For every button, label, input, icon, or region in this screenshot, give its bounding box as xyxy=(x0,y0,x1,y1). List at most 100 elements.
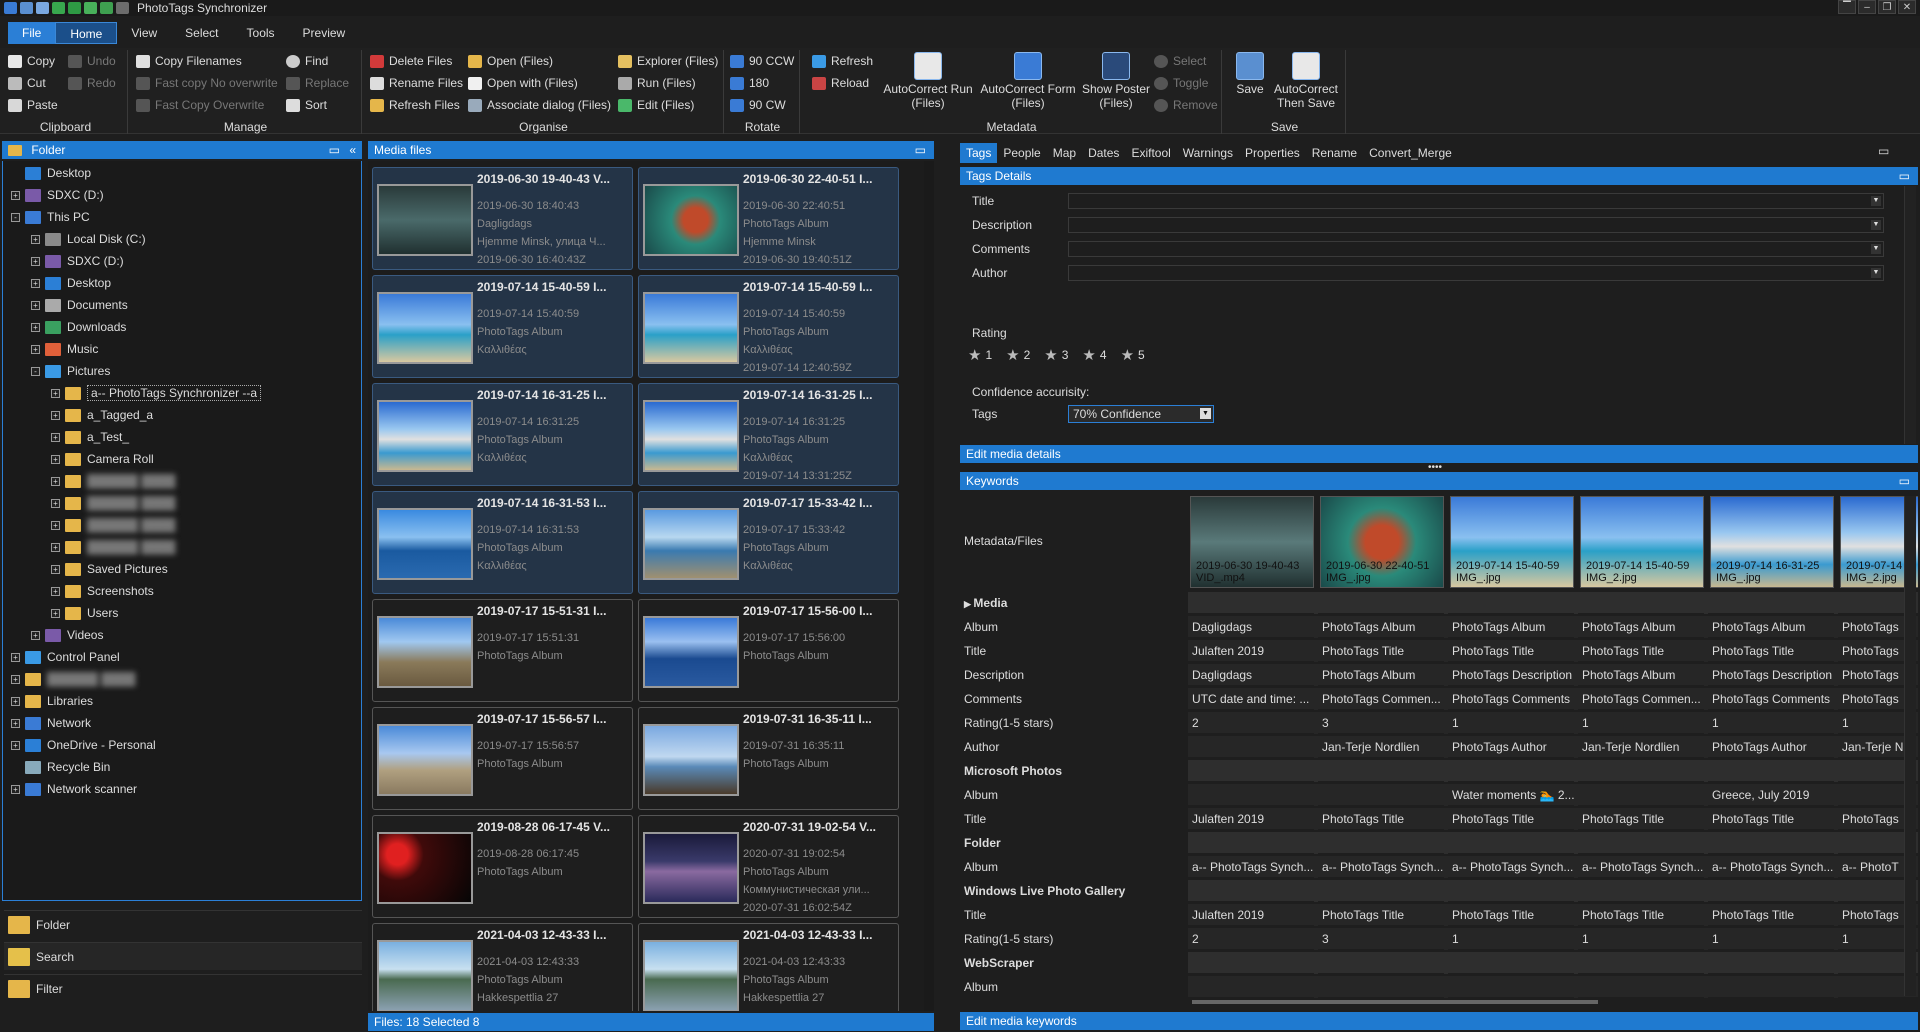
menu-view[interactable]: View xyxy=(117,22,171,44)
keyword-cell[interactable]: a-- PhotoTags Synch... xyxy=(1578,856,1704,878)
rotate-ccw-button[interactable]: 90 CCW xyxy=(730,54,794,68)
keyword-cell[interactable]: PhotoTags Album xyxy=(1318,664,1444,686)
keyword-cell[interactable]: PhotoTags Title xyxy=(1708,640,1834,662)
panel-maximize-icon[interactable]: ▭ xyxy=(1899,167,1910,185)
keyword-cell[interactable]: PhotoTags Author xyxy=(1448,736,1574,758)
keyword-cell[interactable] xyxy=(1318,784,1444,806)
expand-icon[interactable]: + xyxy=(31,344,40,354)
keyword-cell[interactable] xyxy=(1708,880,1834,902)
tab-people[interactable]: People xyxy=(997,143,1046,163)
associate-dialog-button[interactable]: Associate dialog (Files) xyxy=(468,98,611,112)
expand-icon[interactable]: + xyxy=(51,432,60,442)
collapse-icon[interactable]: - xyxy=(11,212,20,222)
autocorrect-then-save-button[interactable]: AutoCorrect Then Save xyxy=(1270,52,1342,110)
monitor-icon[interactable] xyxy=(36,2,49,14)
tree-node[interactable]: - This PC xyxy=(11,207,90,227)
title-field[interactable]: ▼ xyxy=(1068,193,1884,209)
keyword-cell[interactable] xyxy=(1578,832,1704,854)
expand-icon[interactable]: + xyxy=(51,586,60,596)
expand-icon[interactable]: + xyxy=(31,234,40,244)
tree-node[interactable]: + ██████ ████ xyxy=(51,493,175,513)
panel-maximize-icon[interactable]: ▭ xyxy=(329,141,340,159)
open-files-button[interactable]: Open (Files) xyxy=(468,54,553,68)
keyword-cell[interactable]: PhotoTags Title xyxy=(1578,640,1704,662)
expand-icon[interactable]: + xyxy=(51,564,60,574)
keyword-cell[interactable] xyxy=(1188,784,1314,806)
tree-node[interactable]: + ██████ ████ xyxy=(51,515,175,535)
media-scrollbar[interactable] xyxy=(924,161,934,1011)
keyword-cell[interactable]: PhotoTags Comments xyxy=(1448,688,1574,710)
cut-button[interactable]: Cut xyxy=(8,76,46,90)
expand-icon[interactable]: + xyxy=(51,410,60,420)
media-card[interactable]: 2019-06-30 22-40-51 I... 2019-06-30 22:40… xyxy=(638,167,899,270)
keyword-cell[interactable]: PhotoTags Author xyxy=(1708,736,1834,758)
expand-icon[interactable]: + xyxy=(31,630,40,640)
keyword-cell[interactable]: a-- PhotoTags Synch... xyxy=(1708,856,1834,878)
edit-media-details-bar[interactable]: Edit media details xyxy=(960,445,1918,463)
comments-field[interactable]: ▼ xyxy=(1068,241,1884,257)
save-icon[interactable] xyxy=(20,2,33,14)
keyword-cell[interactable]: PhotoTags Commen... xyxy=(1578,688,1704,710)
close-icon[interactable]: ✕ xyxy=(1898,0,1916,14)
keyword-cell[interactable]: a-- PhotoTags Synch... xyxy=(1188,856,1314,878)
keyword-cell[interactable]: 1 xyxy=(1708,712,1834,734)
keyword-cell[interactable] xyxy=(1578,760,1704,782)
menu-file[interactable]: File xyxy=(8,22,56,44)
keyword-cell[interactable]: PhotoTags Description xyxy=(1708,664,1834,686)
keyword-cell[interactable]: PhotoTags Title xyxy=(1318,904,1444,926)
keyword-cell[interactable]: PhotoTags Title xyxy=(1578,808,1704,830)
keyword-cell[interactable]: PhotoTags Album xyxy=(1708,616,1834,638)
keyword-cell[interactable]: PhotoTags Album xyxy=(1448,616,1574,638)
explorer-files-button[interactable]: Explorer (Files) xyxy=(618,54,718,68)
edit-media-keywords-bar[interactable]: Edit media keywords xyxy=(960,1012,1918,1030)
menu-select[interactable]: Select xyxy=(171,22,232,44)
remove-button[interactable]: Remove xyxy=(1154,98,1218,112)
keyword-cell[interactable] xyxy=(1448,760,1574,782)
menu-tools[interactable]: Tools xyxy=(233,22,289,44)
dropdown-icon[interactable]: ▼ xyxy=(1871,196,1881,206)
tab-warnings[interactable]: Warnings xyxy=(1177,143,1239,163)
square-icon[interactable] xyxy=(116,2,129,14)
keyword-cell[interactable] xyxy=(1578,976,1704,998)
keyword-cell[interactable]: Jan-Terje Nordlien xyxy=(1578,736,1704,758)
open-with-button[interactable]: Open with (Files) xyxy=(468,76,578,90)
expand-icon[interactable]: + xyxy=(51,476,60,486)
keyword-cell[interactable] xyxy=(1578,952,1704,974)
expand-icon[interactable]: + xyxy=(31,278,40,288)
tree-node[interactable]: + a_Test_ xyxy=(51,427,129,447)
confidence-select[interactable]: 70% Confidence ▼ xyxy=(1068,405,1214,423)
tab-map[interactable]: Map xyxy=(1047,143,1082,163)
expand-arrow-icon[interactable]: ▶ xyxy=(964,599,973,609)
keyword-cell[interactable] xyxy=(1708,592,1834,614)
copy-filenames-button[interactable]: Copy Filenames xyxy=(136,54,242,68)
select-button[interactable]: Select xyxy=(1154,54,1206,68)
media-card[interactable]: 2019-07-14 16-31-25 I... 2019-07-14 16:31… xyxy=(372,383,633,486)
panel-maximize-icon[interactable]: ▭ xyxy=(915,141,926,159)
tree-node[interactable]: Desktop xyxy=(11,163,91,183)
keyword-cell[interactable]: PhotoTags Title xyxy=(1318,808,1444,830)
keyword-cell[interactable]: Greece, July 2019 xyxy=(1708,784,1834,806)
tree-node[interactable]: + Downloads xyxy=(31,317,126,337)
refresh-button[interactable]: Refresh xyxy=(812,54,873,68)
keyword-group-media[interactable]: ▶ Media xyxy=(964,596,1007,610)
keyword-cell[interactable] xyxy=(1578,592,1704,614)
fast-copy-overwrite-button[interactable]: Fast Copy Overwrite xyxy=(136,98,264,112)
keyword-cell[interactable]: 1 xyxy=(1578,712,1704,734)
tree-node[interactable]: - Pictures xyxy=(31,361,110,381)
save-button[interactable]: Save xyxy=(1234,52,1266,96)
keyword-cell[interactable]: a-- PhotoTags Synch... xyxy=(1318,856,1444,878)
media-card[interactable]: 2019-08-28 06-17-45 V... 2019-08-28 06:17… xyxy=(372,815,633,918)
tab-dates[interactable]: Dates xyxy=(1082,143,1125,163)
collapse-icon[interactable]: - xyxy=(31,366,40,376)
tree-node[interactable]: + SDXC (D:) xyxy=(31,251,124,271)
keyword-cell[interactable]: 1 xyxy=(1578,928,1704,950)
tree-node[interactable]: + Saved Pictures xyxy=(51,559,168,579)
edit-files-button[interactable]: Edit (Files) xyxy=(618,98,694,112)
expand-icon[interactable]: + xyxy=(31,256,40,266)
keywords-scrollbar[interactable] xyxy=(1904,496,1916,996)
rotate-180-button[interactable]: 180 xyxy=(730,76,769,90)
replace-button[interactable]: Replace xyxy=(286,76,349,90)
rename-files-button[interactable]: Rename Files xyxy=(370,76,463,90)
maximize-icon[interactable]: ❐ xyxy=(1878,0,1896,14)
tab-exiftool[interactable]: Exiftool xyxy=(1125,143,1176,163)
